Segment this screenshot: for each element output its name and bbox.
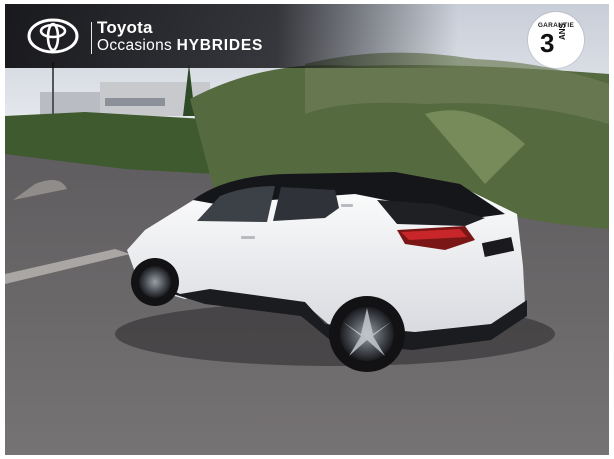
brand-banner	[5, 4, 609, 68]
warranty-badge-label: GARANTIE	[537, 22, 575, 29]
listing-photo: Toyota Occasions HYBRIDES GARANTIE 3 ANS	[5, 4, 609, 455]
brand-tagline: Occasions HYBRIDES	[97, 37, 263, 55]
warranty-unit: ANS	[558, 23, 567, 40]
brand-name: Toyota	[97, 18, 153, 37]
logo-divider	[91, 22, 92, 54]
brand-tagline-highlight: HYBRIDES	[176, 37, 264, 54]
car-photo	[5, 4, 609, 455]
lamp-post	[52, 62, 54, 122]
toyota-logo-icon	[27, 18, 79, 54]
warranty-years: 3	[540, 28, 555, 58]
brand-tagline-prefix: Occasions	[97, 37, 173, 54]
warranty-badge: GARANTIE 3 ANS	[528, 12, 584, 68]
